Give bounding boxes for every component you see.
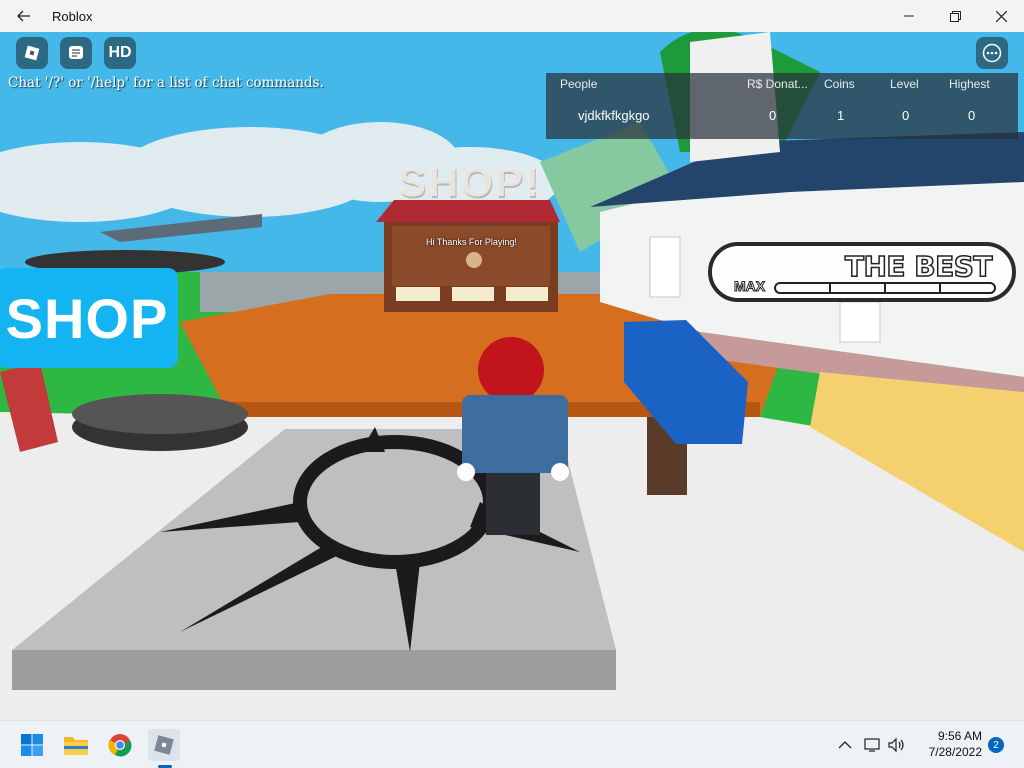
close-icon <box>995 10 1007 22</box>
shop-3d-text: SHOP! <box>398 158 542 205</box>
stall-text: Hi Thanks For Playing! <box>426 237 517 247</box>
player-level: 0 <box>902 108 910 123</box>
chat-icon <box>69 46 83 59</box>
window-title-bar: Roblox <box>0 0 1024 32</box>
the-best-title: THE BEST <box>844 249 993 284</box>
column-donated: R$ Donat... <box>747 77 808 91</box>
roblox-app-icon <box>154 735 174 755</box>
start-icon <box>21 734 43 756</box>
network-button[interactable] <box>864 721 882 768</box>
network-icon <box>864 738 880 752</box>
show-hidden-icons-button[interactable] <box>838 721 852 768</box>
column-people: People <box>560 77 598 91</box>
volume-button[interactable] <box>888 721 906 768</box>
clock-time: 9:56 AM <box>937 729 982 743</box>
minimize-icon <box>904 15 914 17</box>
clock[interactable]: 9:56 AM 7/28/2022 <box>916 728 982 760</box>
start-button[interactable] <box>16 729 48 761</box>
column-highest: Highest <box>949 77 990 91</box>
roblox-logo-icon <box>24 45 40 61</box>
file-explorer-button[interactable] <box>60 729 92 761</box>
more-options-icon <box>982 43 1002 63</box>
volume-icon <box>888 737 904 753</box>
player-donated: 0 <box>769 108 777 123</box>
restore-icon <box>949 10 961 22</box>
player-highest: 0 <box>968 108 976 123</box>
leaderboard: People R$ Donat... Coins Level Highest v… <box>546 73 1018 139</box>
chrome-button[interactable] <box>104 729 136 761</box>
close-button[interactable] <box>978 0 1024 32</box>
hd-button[interactable]: HD <box>104 37 136 69</box>
window-title: Roblox <box>52 8 93 24</box>
leaderboard-header: People R$ Donat... Coins Level Highest <box>546 73 1018 95</box>
roblox-menu-button[interactable] <box>16 37 48 69</box>
leaderboard-row[interactable]: vjdkfkfkgkgo 0 1 0 0 <box>546 95 1018 139</box>
notification-badge[interactable]: 2 <box>988 737 1004 753</box>
max-label: MAX <box>733 278 766 295</box>
the-best-panel: THE BEST MAX <box>708 242 1016 302</box>
back-button[interactable] <box>0 0 48 32</box>
back-arrow-icon <box>17 10 30 22</box>
shop-sign[interactable]: SHOP <box>0 268 178 368</box>
clock-date: 7/28/2022 <box>928 745 982 759</box>
taskbar: 9:56 AM 7/28/2022 2 <box>0 720 1024 768</box>
hd-icon: HD <box>108 44 132 61</box>
chevron-up-icon <box>838 741 852 749</box>
player-coins: 1 <box>837 108 845 123</box>
chat-hint: Chat '/?' or '/help' for a list of chat … <box>8 75 324 91</box>
roblox-taskbar-button[interactable] <box>148 729 180 761</box>
minimize-button[interactable] <box>886 0 932 32</box>
file-explorer-icon <box>64 737 88 755</box>
game-viewport[interactable]: HD Chat '/?' or '/help' for a list of ch… <box>0 32 1024 720</box>
restore-button[interactable] <box>932 0 978 32</box>
column-level: Level <box>890 77 919 91</box>
player-name: vjdkfkfkgkgo <box>578 108 650 123</box>
more-options-button[interactable] <box>976 37 1008 69</box>
chat-button[interactable] <box>60 37 92 69</box>
progress-bar <box>774 282 996 294</box>
chrome-icon <box>108 734 132 757</box>
column-coins: Coins <box>824 77 855 91</box>
